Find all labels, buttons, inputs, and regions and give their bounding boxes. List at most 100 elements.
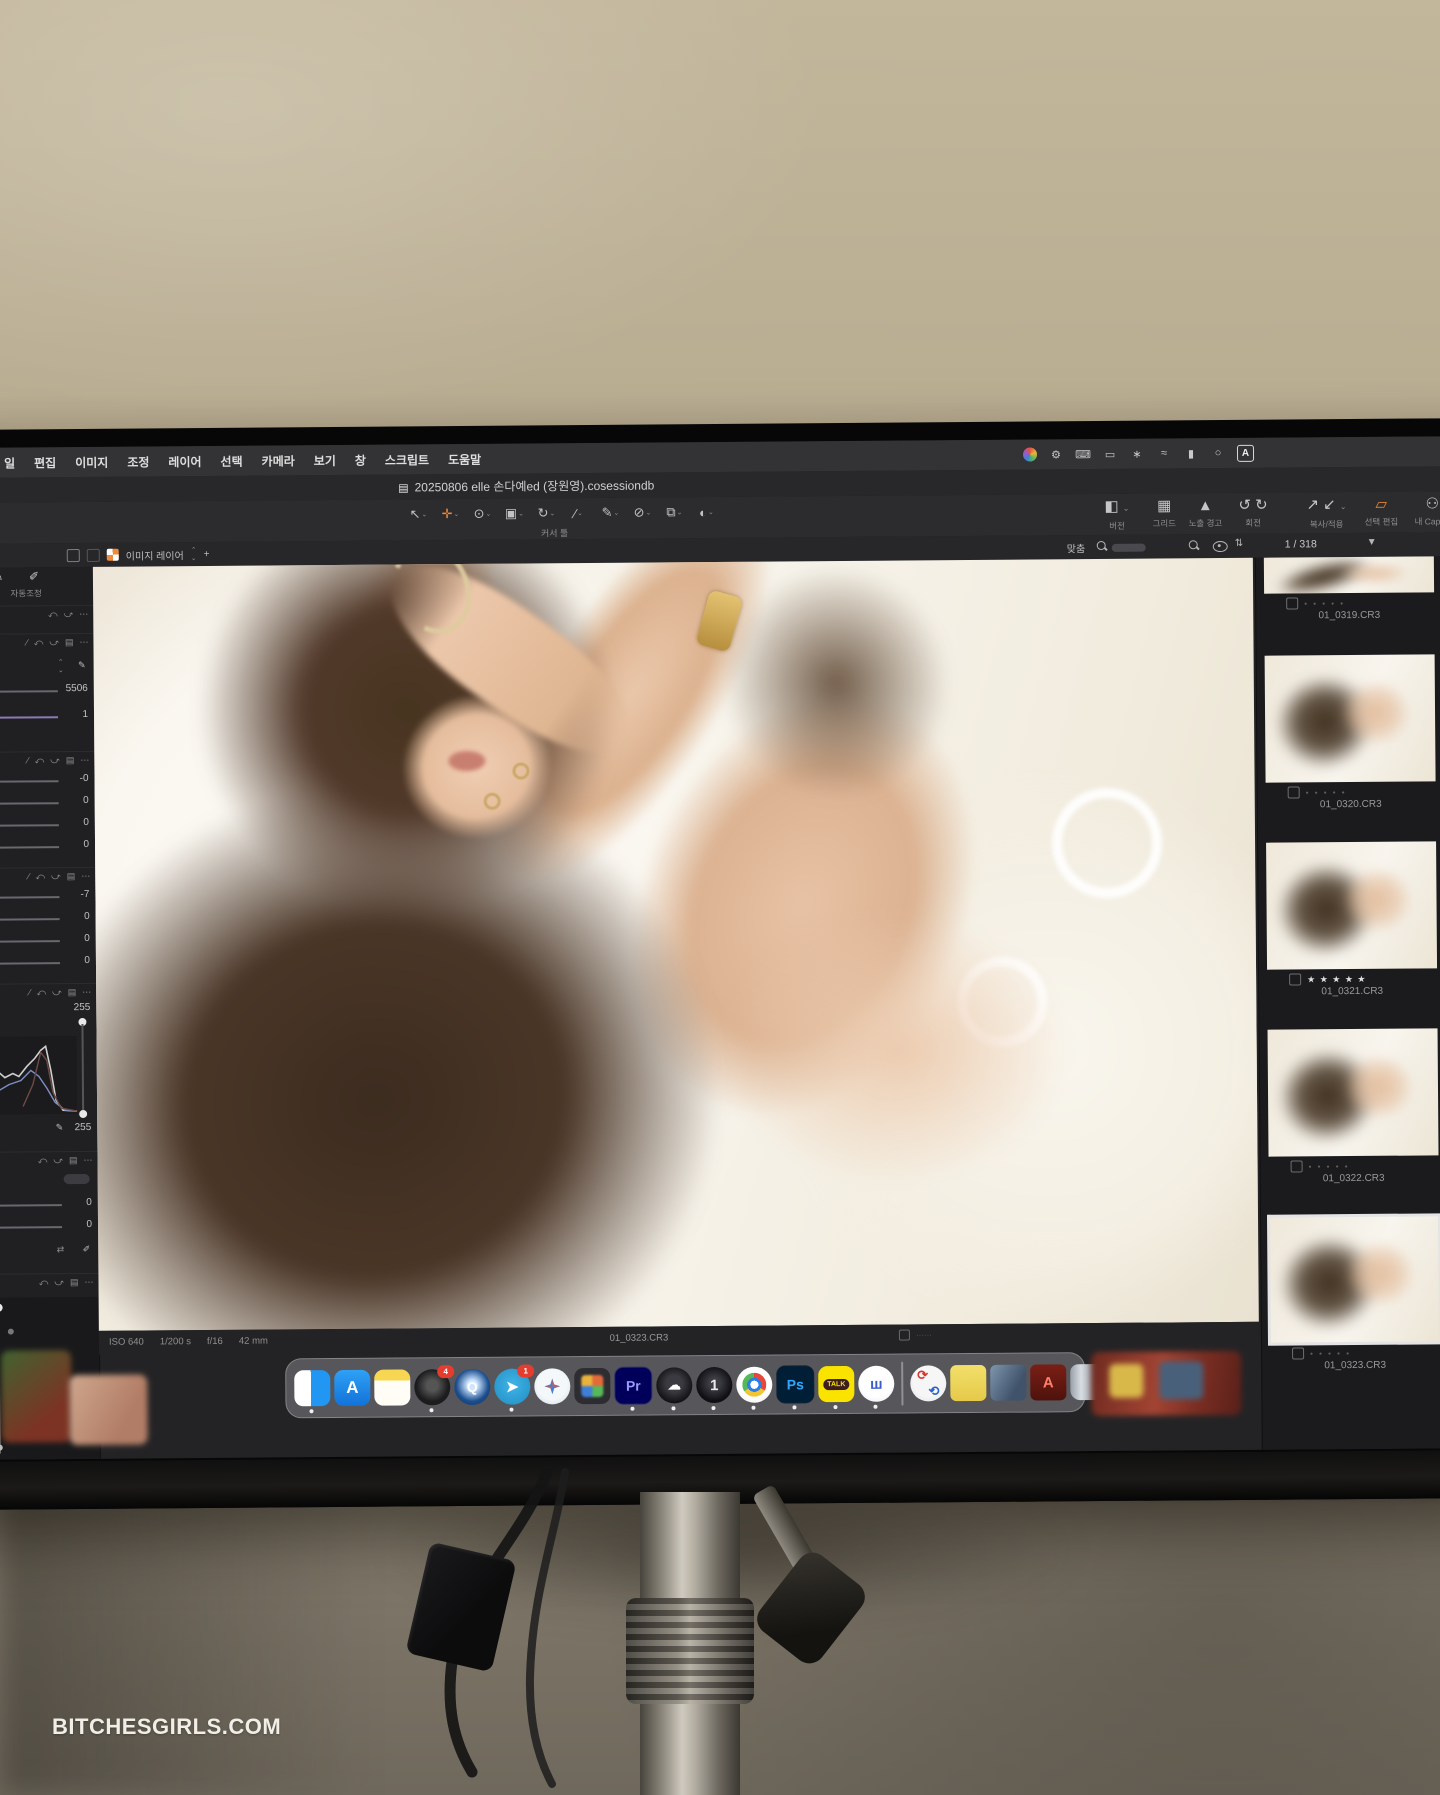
color-profile-icon[interactable] [1023,447,1037,461]
dock-quicktime-icon[interactable]: Q [454,1369,490,1405]
dock-cloud-app-icon[interactable]: ☁ [656,1367,692,1403]
brightness-slider[interactable] [0,824,59,826]
wb-grid-icon[interactable]: ▤ [65,637,74,648]
exposure-slider[interactable] [0,780,59,782]
dock-notes-icon[interactable] [374,1369,410,1405]
thumbnail-0319[interactable] [1264,556,1434,593]
thumbnail-0321[interactable] [1266,841,1437,969]
menu-item-adjust[interactable]: 조정 [127,453,149,470]
cl-undo-icon[interactable]: ⤺ [38,1155,48,1166]
sort-icon[interactable]: ⇅ [1235,538,1243,549]
menu-item-help[interactable]: 도움말 [448,450,481,467]
menu-item-camera[interactable]: 카메라 [262,452,295,469]
hdr-slash-icon[interactable]: ∕ [28,871,30,882]
wb-mode-chevrons[interactable]: ⌃⌄ [58,658,64,674]
my-capture-button[interactable]: ⚇ 내 Captur [1414,494,1440,527]
viewer-rating[interactable]: ······ [899,1329,932,1340]
clarity-slider[interactable] [0,1204,62,1206]
copy-apply-buttons[interactable]: ↗ ↙ ⌄ 복사/적용 [1306,495,1346,530]
exp-slash-icon[interactable]: ∕ [27,755,29,766]
hdr-more-icon[interactable]: ⋯ [81,871,90,882]
thumb-checkbox[interactable] [1286,597,1298,609]
menu-item-edit[interactable]: 편집 [34,454,56,471]
thumb-rating[interactable]: • • • • • [1306,788,1347,797]
thumb-rating[interactable]: • • • • • [1309,1162,1350,1171]
lev-redo-icon[interactable]: ⤻ [52,987,62,998]
layers-dropdown-chevrons[interactable]: ⌃⌄ [191,546,197,562]
browser-zoom-icon[interactable] [1189,540,1200,554]
clone-tool[interactable]: ⧉⌄ [660,501,688,523]
redo-icon[interactable]: ⤻ [64,609,74,620]
viewer-rating-dots[interactable]: ······ [916,1330,932,1339]
undo-icon[interactable]: ⤺ [48,609,58,620]
thumb-checkbox[interactable] [1291,1160,1303,1172]
add-layer-button[interactable]: + [204,548,210,559]
menu-item-select[interactable]: 선택 [220,452,242,469]
dock-appstore-icon[interactable]: A [334,1370,370,1406]
cv-more-icon[interactable]: ⋯ [84,1277,93,1288]
menu-item-view[interactable]: 보기 [314,452,336,469]
clarity-swap-icon[interactable]: ⇄ [57,1244,65,1255]
dock-premiere-icon[interactable]: Pr [614,1367,652,1405]
thumb-rating[interactable]: • • • • • [1310,1349,1351,1358]
wifi-icon[interactable]: ≈ [1156,445,1172,461]
exp-more-icon[interactable]: ⋯ [80,755,89,766]
input-language-indicator[interactable]: A [1237,444,1254,461]
cl-grid-icon[interactable]: ▤ [69,1155,78,1166]
lev-more-icon[interactable]: ⋯ [82,987,91,998]
thumb-checkbox[interactable] [1292,1347,1304,1359]
brush-tool[interactable]: ✎⌄ [596,502,624,524]
exp-grid-icon[interactable]: ▤ [66,755,75,766]
spotlight-icon[interactable]: ○ [1210,445,1226,461]
more-icon[interactable]: ⋯ [79,609,88,620]
auto-adjust-icon[interactable]: ✐ [29,569,39,583]
dock-adobe-file-icon[interactable]: A [1030,1364,1066,1400]
thumbnail-0323-selected[interactable] [1269,1215,1440,1343]
thumb-checkbox[interactable] [1289,973,1301,985]
settings-icon[interactable]: ⚙ [1048,446,1064,462]
cv-redo-icon[interactable]: ⤻ [54,1277,64,1288]
hdr-grid-icon[interactable]: ▤ [67,871,76,882]
heal-tool[interactable]: ◐⌄ [692,501,720,523]
dock-safari-icon[interactable] [534,1368,570,1404]
lev-undo-icon[interactable]: ⤺ [36,987,46,998]
menu-item-image[interactable]: 이미지 [75,453,108,470]
pan-tool[interactable]: ✛⌄ [436,503,464,525]
rotate-buttons[interactable]: ↺ ↻ 회전 [1238,496,1268,529]
white-slider[interactable] [0,940,60,942]
hdr-redo-icon[interactable]: ⤻ [51,871,61,882]
dock-w-app-icon[interactable]: ш [858,1366,894,1402]
rotate-tool[interactable]: ↻⌄ [532,502,560,524]
lev-grid-icon[interactable]: ▤ [68,987,77,998]
zoom-magnifier-icon[interactable] [1097,541,1146,555]
fit-label[interactable]: 맞춤 [1067,540,1086,555]
clarity-mode-pill[interactable] [64,1174,90,1184]
wb-undo-icon[interactable]: ⤺ [34,637,44,648]
filmstrip-item-selected[interactable]: • • • • • 01_0323.CR3 [1269,1215,1440,1371]
dock-photoshop-icon[interactable]: Ps [776,1365,814,1403]
thumbnail-0320[interactable] [1265,654,1436,782]
menu-item-layer[interactable]: 레이어 [168,453,201,470]
dock-stickies-icon[interactable] [950,1365,986,1401]
black-slider[interactable] [0,962,60,964]
cv-grid-icon[interactable]: ▤ [70,1277,79,1288]
proof-eye-icon[interactable] [1213,541,1228,555]
view-mode2-icon[interactable] [87,548,100,561]
highlight-slider[interactable] [0,896,59,898]
style-brush-icon[interactable]: ✎ [0,570,3,584]
loupe-tool[interactable]: ⊙⌄ [468,503,496,525]
wb-more-icon[interactable]: ⋯ [79,637,88,648]
battery-icon[interactable]: ▮ [1183,445,1199,461]
dock-app-folder-icon[interactable] [574,1368,610,1404]
viewer-checkbox[interactable] [899,1330,910,1341]
filmstrip-item[interactable]: • • • • • 01_0320.CR3 [1265,654,1436,810]
filmstrip-item[interactable]: ★ ★ ★ ★ ★ 01_0321.CR3 [1266,841,1437,997]
kelvin-slider[interactable] [0,690,58,692]
shadow-slider[interactable] [0,918,60,920]
cl-more-icon[interactable]: ⋯ [83,1155,92,1166]
dock-capture-one-icon[interactable]: 1 [696,1367,732,1403]
tint-slider[interactable] [0,716,58,718]
view-mode-icon[interactable] [67,549,80,562]
select-tool[interactable]: ↖⌄ [404,503,432,525]
dock-chrome-icon[interactable] [736,1367,772,1403]
